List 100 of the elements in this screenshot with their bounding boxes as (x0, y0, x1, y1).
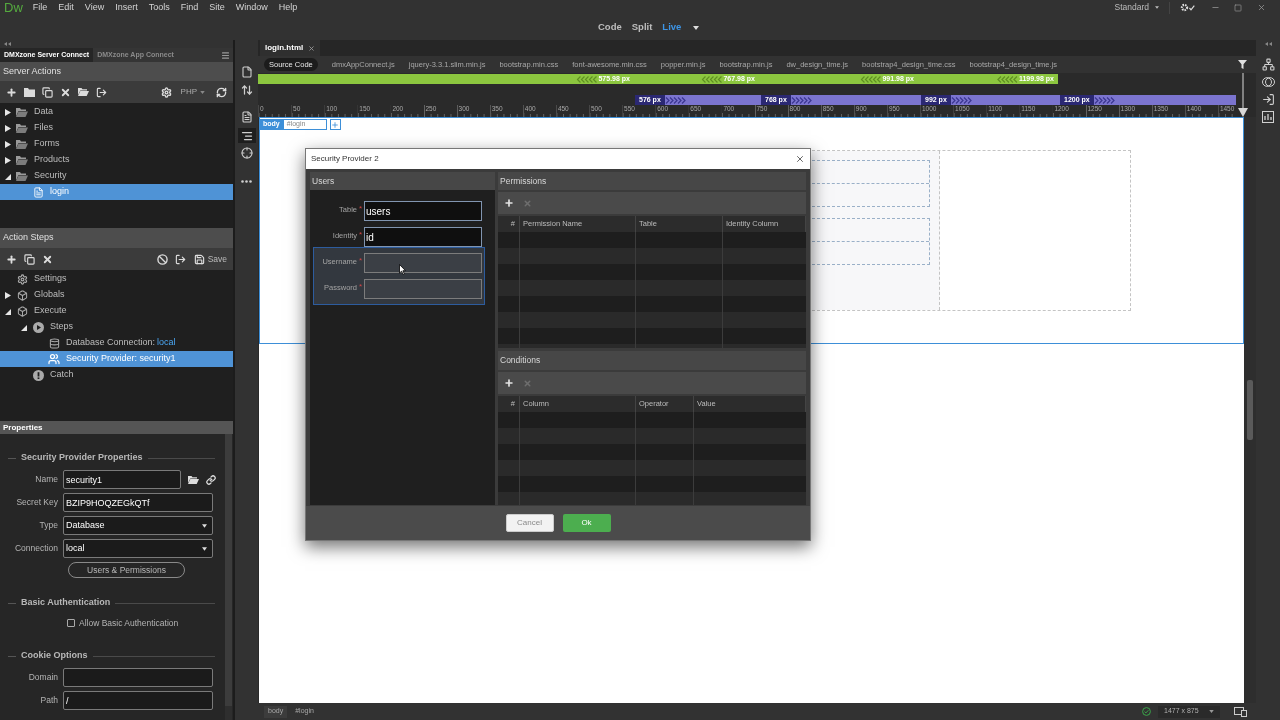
collapse-icon[interactable] (1264, 42, 1272, 46)
vertical-scrollbar[interactable] (1244, 117, 1256, 703)
text-field[interactable] (364, 253, 482, 273)
text-field[interactable]: security1 (63, 470, 181, 489)
close-icon[interactable] (1257, 3, 1266, 12)
chevrons-right-icon (1093, 96, 1115, 104)
menu-item[interactable]: Help (278, 0, 298, 15)
menu-item[interactable]: Tools (148, 0, 170, 15)
folder-icon (16, 139, 28, 149)
section-header: Users (310, 172, 495, 190)
menu-item[interactable]: File (32, 0, 48, 15)
disclosure-triangle-icon[interactable] (5, 140, 11, 148)
width-handle[interactable] (1238, 73, 1248, 117)
disclosure-triangle-icon[interactable] (5, 108, 11, 116)
list-tool-button[interactable] (237, 128, 256, 143)
tree-item[interactable]: Settings (0, 271, 233, 287)
check-circle-icon (1142, 707, 1151, 716)
text-field[interactable] (63, 668, 213, 687)
add-icon[interactable] (6, 253, 17, 265)
copy-icon[interactable] (42, 86, 53, 98)
view-mode-tab[interactable]: Live (662, 20, 682, 35)
text-field[interactable]: BZIP9HOQZEGkQTf (63, 493, 213, 512)
menu-item[interactable]: Insert (115, 0, 138, 15)
folder-open-icon[interactable] (78, 88, 89, 96)
tree-item[interactable]: Execute (0, 303, 233, 319)
more-icon[interactable] (241, 180, 252, 183)
caret-icon[interactable] (202, 523, 207, 528)
collapse-icon[interactable] (4, 42, 11, 46)
panel-menu-icon[interactable] (221, 50, 230, 60)
export-icon[interactable] (96, 86, 107, 98)
caret-icon[interactable] (202, 546, 207, 551)
copy-icon[interactable] (24, 253, 35, 265)
tree-item[interactable]: Products (0, 152, 233, 168)
bar-chart-box-icon[interactable] (1262, 111, 1274, 123)
sort-icon[interactable] (240, 84, 253, 96)
folder-icon[interactable] (24, 87, 35, 97)
arrow-into-box-icon[interactable] (1261, 93, 1275, 106)
add-icon[interactable] (504, 378, 514, 388)
export-icon[interactable] (174, 253, 186, 265)
disclosure-triangle-icon[interactable] (5, 156, 11, 164)
folder-icon (16, 171, 28, 181)
tree-item[interactable]: Files (0, 120, 233, 136)
tree-item[interactable]: Forms (0, 136, 233, 152)
folder-open-icon[interactable] (188, 475, 199, 484)
gear-check-icon[interactable] (1180, 3, 1195, 12)
new-file-icon[interactable] (240, 66, 253, 78)
view-mode-tab[interactable]: Split (631, 20, 653, 35)
tree-item[interactable]: Data (0, 104, 233, 120)
document-icon[interactable] (240, 111, 253, 123)
close-icon[interactable] (795, 154, 805, 164)
gear-icon (16, 273, 28, 285)
device-preview-icon[interactable] (1234, 706, 1247, 717)
tree-item[interactable]: Steps (0, 319, 233, 335)
text-field[interactable]: users (364, 201, 482, 221)
delete-icon[interactable] (42, 253, 53, 265)
settings-icon[interactable] (160, 86, 172, 98)
add-class-button[interactable] (329, 119, 341, 130)
checkbox[interactable] (67, 619, 75, 627)
dropdown[interactable]: Database (63, 516, 213, 535)
menu-item[interactable]: View (84, 0, 105, 15)
overlapping-circles-icon[interactable] (1261, 77, 1275, 87)
filter-icon[interactable] (1238, 60, 1247, 69)
tree-item[interactable]: Security (0, 168, 233, 184)
tree-item[interactable]: Globals (0, 287, 233, 303)
required-asterisk: * (357, 281, 364, 293)
add-icon[interactable] (6, 86, 17, 98)
sitemap-icon[interactable] (1261, 58, 1275, 71)
crosshair-icon[interactable] (240, 147, 253, 159)
view-mode-tab[interactable]: Code (598, 20, 622, 35)
disclosure-triangle-icon[interactable] (5, 124, 11, 132)
scrollbar[interactable] (225, 434, 232, 720)
dropdown[interactable]: local (63, 539, 213, 558)
text-field[interactable]: / (63, 691, 213, 710)
mouse-pointer-icon (399, 264, 406, 275)
tree-item[interactable]: Catch (0, 367, 233, 383)
menu-item[interactable]: Site (209, 0, 225, 15)
menu-item[interactable]: Window (235, 0, 268, 15)
language-dropdown[interactable]: PHP (180, 86, 205, 98)
file-tab[interactable]: login.html (260, 40, 321, 56)
close-icon[interactable] (308, 44, 316, 52)
disclosure-triangle-icon[interactable] (21, 323, 27, 331)
delete-icon[interactable] (60, 86, 71, 98)
disclosure-triangle-icon[interactable] (5, 291, 11, 299)
caret-icon (1209, 710, 1214, 713)
disclosure-triangle-icon[interactable] (5, 172, 11, 180)
menu-item[interactable]: Find (180, 0, 199, 15)
add-icon[interactable] (504, 198, 514, 208)
caret-icon[interactable] (693, 25, 700, 30)
text-field[interactable] (364, 279, 482, 299)
save-button[interactable]: Save (193, 252, 227, 266)
link-icon[interactable] (206, 474, 216, 485)
refresh-icon[interactable] (216, 86, 227, 98)
tree-item[interactable]: Database Connection: local (0, 335, 233, 351)
disable-icon[interactable] (156, 253, 168, 265)
workspace-dropdown[interactable]: Standard (1114, 1, 1159, 14)
chevrons-right-icon (664, 96, 686, 104)
text-field[interactable]: id (364, 227, 482, 247)
menu-item[interactable]: Edit (58, 0, 74, 15)
caret-icon (1155, 6, 1159, 9)
disclosure-triangle-icon[interactable] (5, 307, 11, 315)
